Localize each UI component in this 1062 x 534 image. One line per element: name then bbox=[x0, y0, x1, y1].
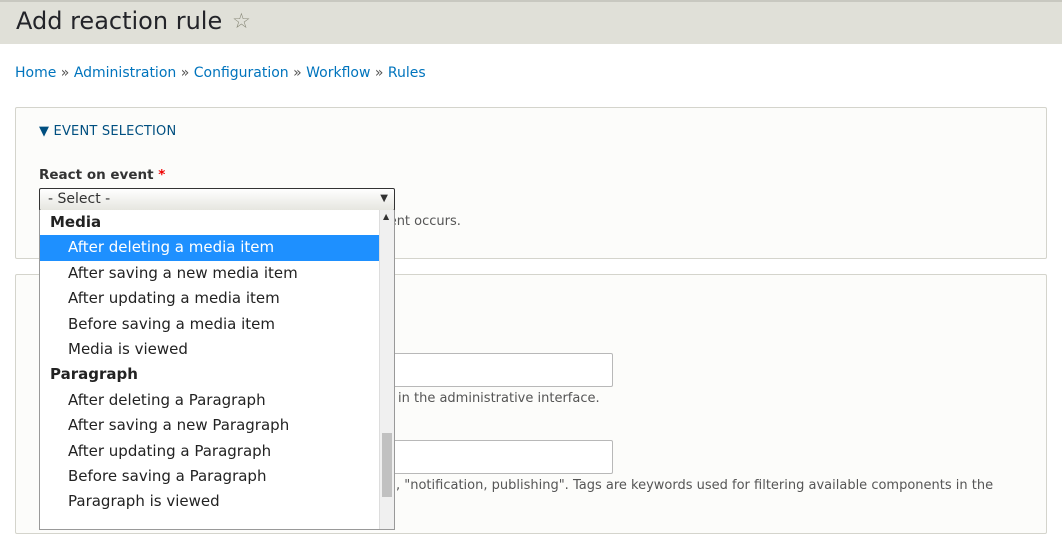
event-dropdown-list[interactable]: Media After deleting a media item After … bbox=[39, 210, 395, 530]
breadcrumb-workflow[interactable]: Workflow bbox=[306, 65, 370, 81]
select-value: - Select - bbox=[48, 191, 111, 207]
label-input[interactable] bbox=[383, 353, 613, 387]
tags-description: , "notification, publishing". Tags are k… bbox=[396, 478, 994, 493]
required-mark: * bbox=[158, 167, 166, 183]
scrollbar-thumb[interactable] bbox=[382, 433, 392, 497]
breadcrumb-configuration[interactable]: Configuration bbox=[194, 65, 289, 81]
tags-input[interactable] bbox=[383, 440, 613, 474]
dropdown-arrow-icon: ▼ bbox=[380, 193, 388, 204]
option-after-saving-media[interactable]: After saving a new media item bbox=[40, 261, 380, 286]
react-on-event-select[interactable]: - Select - ▼ bbox=[39, 188, 395, 211]
option-after-updating-paragraph[interactable]: After updating a Paragraph bbox=[40, 439, 380, 464]
option-after-saving-paragraph[interactable]: After saving a new Paragraph bbox=[40, 413, 380, 438]
option-before-saving-media[interactable]: Before saving a media item bbox=[40, 312, 380, 337]
breadcrumb-rules[interactable]: Rules bbox=[388, 65, 426, 81]
optgroup-paragraph: Paragraph bbox=[50, 365, 138, 384]
option-after-deleting-paragraph[interactable]: After deleting a Paragraph bbox=[40, 388, 380, 413]
react-on-event-label: React on event * bbox=[39, 167, 165, 183]
page-header: Add reaction rule ☆ bbox=[0, 0, 1062, 44]
option-media-viewed[interactable]: Media is viewed bbox=[40, 337, 380, 362]
event-selection-toggle[interactable]: ▼ EVENT SELECTION bbox=[39, 124, 176, 139]
star-icon[interactable]: ☆ bbox=[232, 9, 251, 33]
dropdown-scrollbar[interactable]: ▲ bbox=[379, 210, 394, 529]
label-text: React on event bbox=[39, 167, 154, 183]
legend-text: EVENT SELECTION bbox=[53, 124, 177, 139]
option-before-saving-paragraph[interactable]: Before saving a Paragraph bbox=[40, 464, 380, 489]
scroll-up-icon[interactable]: ▲ bbox=[383, 212, 389, 221]
option-after-updating-media[interactable]: After updating a media item bbox=[40, 286, 380, 311]
breadcrumb: Home » Administration » Configuration » … bbox=[15, 65, 426, 81]
page-title: Add reaction rule bbox=[16, 7, 223, 35]
label-description: in the administrative interface. bbox=[398, 391, 600, 406]
optgroup-media: Media bbox=[50, 213, 102, 231]
triangle-down-icon: ▼ bbox=[39, 124, 50, 139]
breadcrumb-administration[interactable]: Administration bbox=[74, 65, 176, 81]
breadcrumb-home[interactable]: Home bbox=[15, 65, 56, 81]
option-paragraph-viewed[interactable]: Paragraph is viewed bbox=[40, 489, 380, 514]
option-after-deleting-media[interactable]: After deleting a media item bbox=[40, 235, 380, 261]
